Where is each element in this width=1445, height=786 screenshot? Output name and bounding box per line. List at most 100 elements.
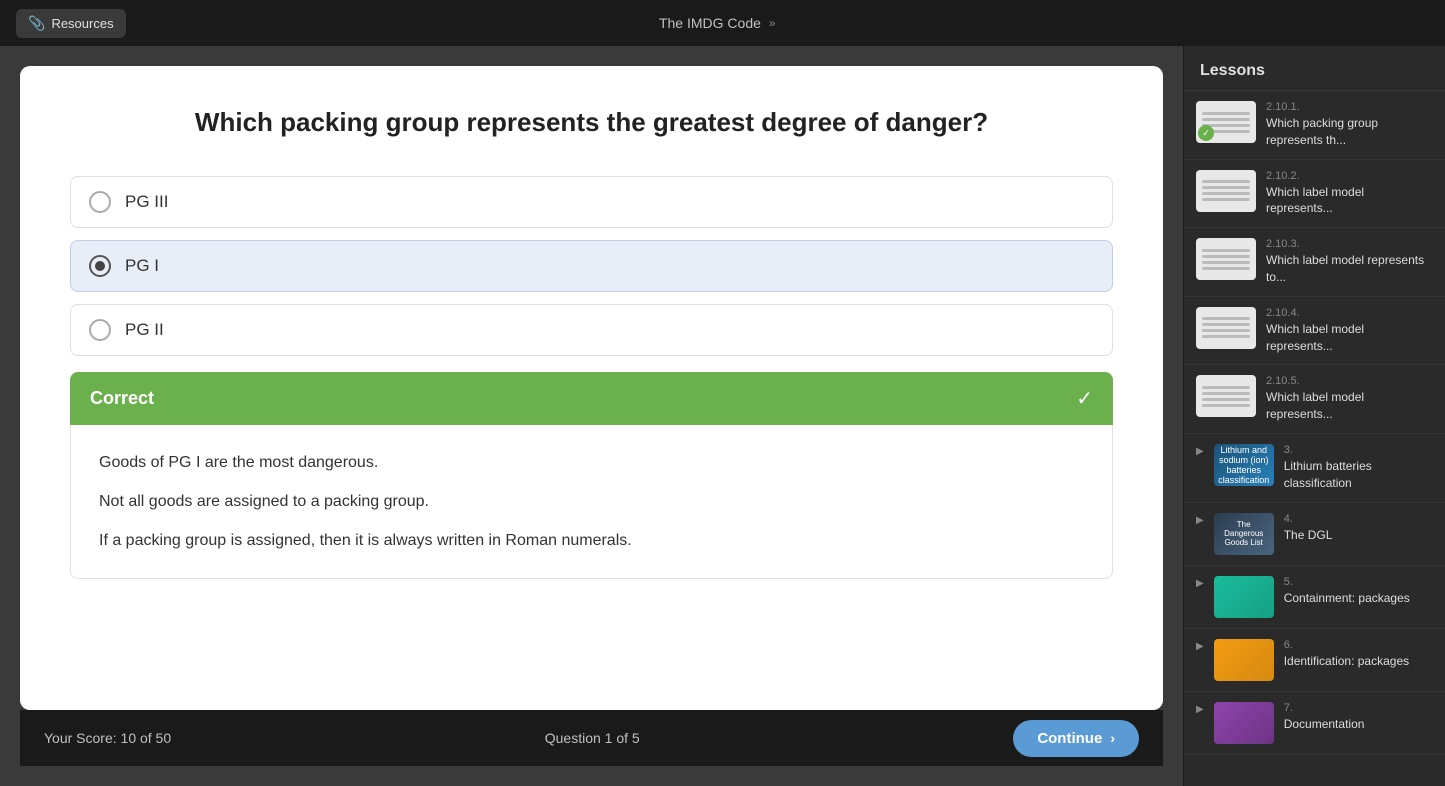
sidebar-item-lesson-6[interactable]: ▶ Lithium and sodium (ion) batteries cla…: [1184, 434, 1445, 503]
lesson-number-5: 2.10.5.: [1266, 375, 1433, 387]
sidebar-item-lesson-2[interactable]: 2.10.2. Which label model represents...: [1184, 160, 1445, 229]
thumb-line: [1202, 180, 1250, 183]
thumb-line: [1202, 112, 1250, 115]
thumb-doc-10: [1214, 702, 1274, 744]
thumb-line: [1202, 267, 1250, 270]
explanation-line-2: Not all goods are assigned to a packing …: [99, 488, 1084, 515]
thumb-lines-4: [1196, 307, 1256, 349]
correct-banner: Correct ✓: [70, 372, 1113, 425]
thumb-id-9: [1214, 639, 1274, 681]
lesson-thumb-10: [1214, 702, 1274, 744]
play-icon-8: ▶: [1196, 578, 1204, 589]
quiz-card: Which packing group represents the great…: [20, 66, 1163, 710]
options-list: PG III PG I PG II: [70, 176, 1113, 356]
radio-pg3: [89, 191, 111, 213]
option-label-pg1: PG I: [125, 256, 159, 276]
continue-label: Continue: [1037, 730, 1102, 747]
lesson-thumb-3: [1196, 238, 1256, 280]
thumb-line: [1202, 392, 1250, 395]
arrow-right-icon: ›: [1110, 730, 1115, 746]
lesson-title-6: Lithium batteries classification: [1284, 458, 1433, 492]
thumb-line: [1202, 317, 1250, 320]
option-label-pg2: PG II: [125, 320, 164, 340]
thumb-line: [1202, 261, 1250, 264]
lesson-number-9: 6.: [1284, 639, 1433, 651]
option-pg1[interactable]: PG I: [70, 240, 1113, 292]
lesson-info-9: 6. Identification: packages: [1284, 639, 1433, 670]
play-icon-6: ▶: [1196, 446, 1204, 457]
option-pg3[interactable]: PG III: [70, 176, 1113, 228]
lesson-number-2: 2.10.2.: [1266, 170, 1433, 182]
thumb-line: [1202, 249, 1250, 252]
explanation-line-3: If a packing group is assigned, then it …: [99, 527, 1084, 554]
thumb-blue-6: Lithium and sodium (ion) batteries class…: [1214, 444, 1274, 486]
sidebar: Lessons ✓ 2.10.1. Which packing group re…: [1183, 46, 1445, 786]
sidebar-header: Lessons: [1184, 46, 1445, 91]
option-label-pg3: PG III: [125, 192, 168, 212]
lesson-number-7: 4.: [1284, 513, 1433, 525]
thumb-line: [1202, 335, 1250, 338]
continue-button[interactable]: Continue ›: [1013, 720, 1139, 757]
lesson-thumb-9: [1214, 639, 1274, 681]
thumb-line: [1202, 404, 1250, 407]
radio-pg1: [89, 255, 111, 277]
lesson-number-1: 2.10.1.: [1266, 101, 1433, 113]
lesson-number-10: 7.: [1284, 702, 1433, 714]
lesson-title-3: Which label model represents to...: [1266, 252, 1433, 286]
thumb-lines-3: [1196, 238, 1256, 280]
lesson-number-3: 2.10.3.: [1266, 238, 1433, 250]
lesson-thumb-7: The Dangerous Goods List: [1214, 513, 1274, 555]
sidebar-item-lesson-4[interactable]: 2.10.4. Which label model represents...: [1184, 297, 1445, 366]
thumb-line: [1202, 198, 1250, 201]
sidebar-item-lesson-9[interactable]: ▶ 6. Identification: packages: [1184, 629, 1445, 692]
thumb-line: [1202, 329, 1250, 332]
play-icon-9: ▶: [1196, 641, 1204, 652]
thumb-packages-8: [1214, 576, 1274, 618]
sidebar-item-lesson-7[interactable]: ▶ The Dangerous Goods List 4. The DGL: [1184, 503, 1445, 566]
sidebar-item-lesson-8[interactable]: ▶ 5. Containment: packages: [1184, 566, 1445, 629]
lesson-thumb-1: ✓: [1196, 101, 1256, 143]
sidebar-item-lesson-5[interactable]: 2.10.5. Which label model represents...: [1184, 365, 1445, 434]
lesson-title-9: Identification: packages: [1284, 653, 1433, 670]
lesson-info-1: 2.10.1. Which packing group represents t…: [1266, 101, 1433, 149]
resources-label: Resources: [51, 16, 113, 31]
sidebar-item-lesson-10[interactable]: ▶ 7. Documentation: [1184, 692, 1445, 755]
lesson-thumb-5: [1196, 375, 1256, 417]
play-icon-10: ▶: [1196, 704, 1204, 715]
score-text: Your Score: 10 of 50: [44, 730, 171, 746]
thumb-dgl-7: The Dangerous Goods List: [1214, 513, 1274, 555]
lesson-info-3: 2.10.3. Which label model represents to.…: [1266, 238, 1433, 286]
lesson-thumb-2: [1196, 170, 1256, 212]
lesson-info-6: 3. Lithium batteries classification: [1284, 444, 1433, 492]
question-counter: Question 1 of 5: [545, 730, 640, 746]
explanation-text: Goods of PG I are the most dangerous. No…: [99, 449, 1084, 555]
completed-badge-1: ✓: [1198, 125, 1214, 141]
lesson-title-10: Documentation: [1284, 716, 1433, 733]
sidebar-item-lesson-1[interactable]: ✓ 2.10.1. Which packing group represents…: [1184, 91, 1445, 160]
chevron-right-icon: »: [769, 16, 776, 30]
correct-text: Correct: [90, 388, 154, 409]
lesson-info-4: 2.10.4. Which label model represents...: [1266, 307, 1433, 355]
content-area: Which packing group represents the great…: [0, 46, 1183, 786]
resources-button[interactable]: 📎 Resources: [16, 9, 126, 38]
lesson-title-4: Which label model represents...: [1266, 321, 1433, 355]
lesson-info-10: 7. Documentation: [1284, 702, 1433, 733]
explanation-line-1: Goods of PG I are the most dangerous.: [99, 449, 1084, 476]
top-bar: 📎 Resources The IMDG Code »: [0, 0, 1445, 46]
lesson-number-6: 3.: [1284, 444, 1433, 456]
option-pg2[interactable]: PG II: [70, 304, 1113, 356]
thumb-line: [1202, 192, 1250, 195]
sidebar-item-lesson-3[interactable]: 2.10.3. Which label model represents to.…: [1184, 228, 1445, 297]
play-icon-7: ▶: [1196, 515, 1204, 526]
thumb-lines-5: [1196, 375, 1256, 417]
radio-pg2: [89, 319, 111, 341]
lesson-title-5: Which label model represents...: [1266, 389, 1433, 423]
lesson-info-7: 4. The DGL: [1284, 513, 1433, 544]
lesson-thumb-6: Lithium and sodium (ion) batteries class…: [1214, 444, 1274, 486]
thumb-line: [1202, 386, 1250, 389]
question-text: Which packing group represents the great…: [70, 106, 1113, 140]
main-layout: Which packing group represents the great…: [0, 46, 1445, 786]
checkmark-icon: ✓: [1076, 386, 1093, 411]
thumb-line: [1202, 255, 1250, 258]
lesson-number-8: 5.: [1284, 576, 1433, 588]
